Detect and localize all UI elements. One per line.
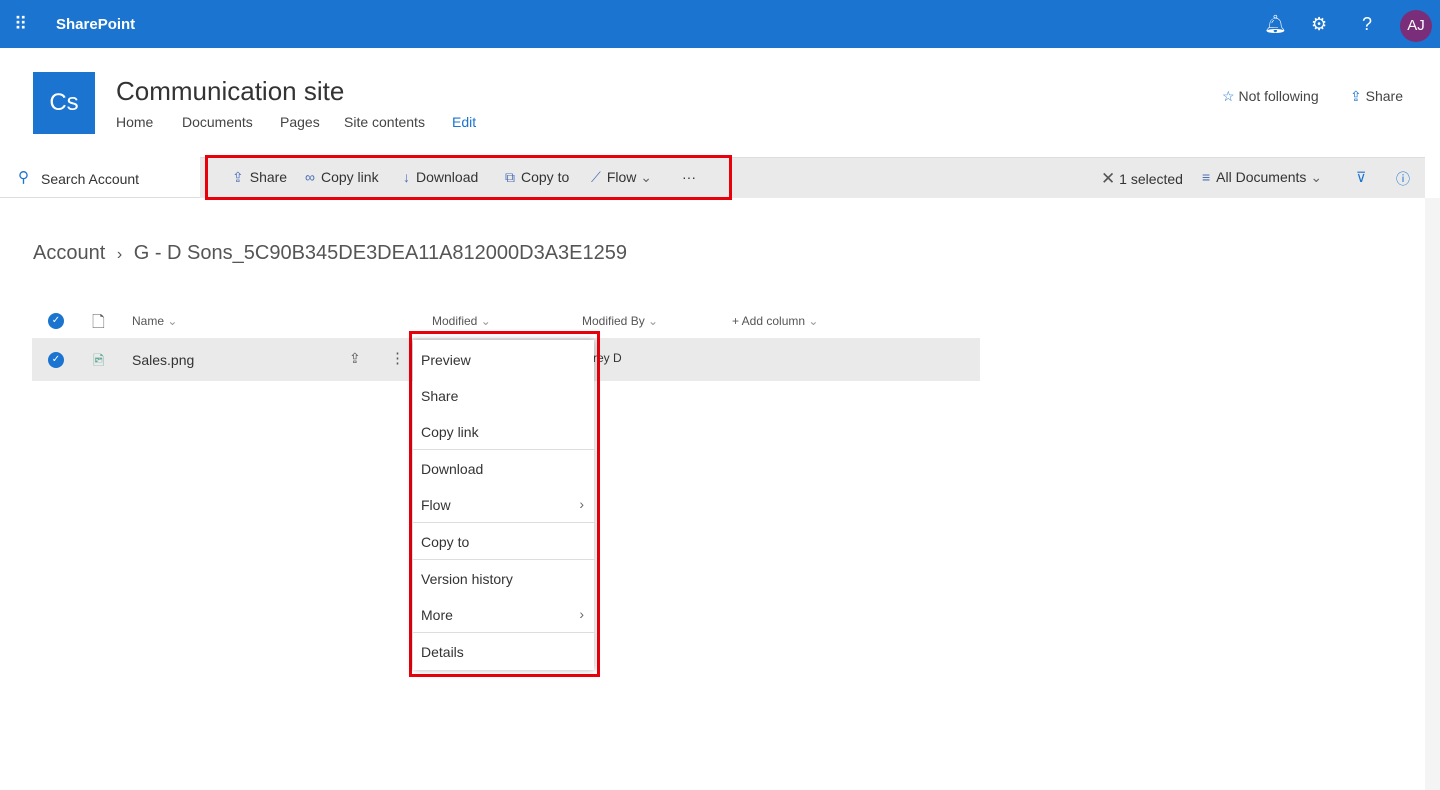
label: Download <box>416 169 479 185</box>
more-command[interactable]: ··· <box>682 169 696 185</box>
chevron-right-icon: › <box>116 246 123 263</box>
info-icon[interactable]: ⓘ <box>1396 169 1410 189</box>
flow-icon: ⟋ <box>591 169 601 185</box>
image-file-icon: 🖻 <box>93 352 105 368</box>
site-title[interactable]: Communication site <box>116 76 344 107</box>
chevron-right-icon: › <box>579 496 584 512</box>
column-modified-by[interactable]: Modified By ⌄ <box>582 314 658 328</box>
more-actions-icon[interactable]: ⋮ <box>390 349 405 367</box>
copy-icon: ⧉ <box>505 169 515 185</box>
file-type-icon: 🗋 <box>92 314 105 331</box>
breadcrumb-current: G - D Sons_5C90B345DE3DEA11A812000D3A3E1… <box>133 242 628 264</box>
menu-version-history[interactable]: Version history <box>421 571 513 587</box>
menu-details[interactable]: Details <box>421 644 464 660</box>
breadcrumb-root[interactable]: Account <box>33 242 105 264</box>
nav-edit[interactable]: Edit <box>452 114 476 130</box>
view-selector[interactable]: ≡ All Documents ⌄ <box>1202 169 1322 186</box>
divider <box>413 522 594 523</box>
search-box[interactable]: ⚲ Search Account <box>0 157 200 198</box>
filter-icon[interactable]: ⊽ <box>1356 169 1366 186</box>
label: All Documents <box>1216 169 1307 185</box>
nav-documents[interactable]: Documents <box>182 114 253 130</box>
notifications-icon[interactable]: 🔔︎ <box>1264 14 1287 35</box>
menu-copy-to[interactable]: Copy to <box>421 534 469 550</box>
scrollbar[interactable] <box>1425 198 1440 790</box>
avatar[interactable]: AJ <box>1400 10 1432 42</box>
view-icon: ≡ <box>1202 169 1211 185</box>
star-icon: ☆ <box>1222 88 1235 104</box>
divider <box>413 632 594 633</box>
add-column[interactable]: + Add column ⌄ <box>732 314 818 328</box>
download-icon: ↓ <box>403 169 410 185</box>
menu-preview[interactable]: Preview <box>421 352 471 368</box>
column-name[interactable]: Name ⌄ <box>132 314 177 328</box>
selected-count: 1 selected <box>1119 171 1183 187</box>
label: Copy to <box>521 169 570 185</box>
settings-icon[interactable]: ⚙ <box>1311 14 1327 35</box>
label: Flow <box>606 169 637 185</box>
follow-label: Not following <box>1238 88 1319 104</box>
chevron-right-icon: › <box>579 606 584 622</box>
suite-bar: ⠿ SharePoint 🔔︎ ⚙ ? AJ <box>0 0 1440 48</box>
menu-flow[interactable]: Flow <box>421 497 451 513</box>
search-icon: ⚲ <box>18 169 29 186</box>
context-menu: Preview Share Copy link Download Flow › … <box>413 340 594 670</box>
label: Copy link <box>320 169 379 185</box>
link-icon: ∞ <box>305 169 315 185</box>
menu-copy-link[interactable]: Copy link <box>421 424 479 440</box>
chevron-down-icon: ⌄ <box>808 314 819 328</box>
site-logo: Cs <box>33 72 95 134</box>
share-command[interactable]: ⇪ Share <box>232 169 287 186</box>
label: Share <box>249 169 288 185</box>
share-icon[interactable]: ⇪ <box>349 350 361 367</box>
chevron-down-icon: ⌄ <box>167 314 178 328</box>
copy-to-command[interactable]: ⧉ Copy to <box>505 169 569 186</box>
site-share-button[interactable]: ⇪ Share <box>1350 88 1403 105</box>
app-launcher-icon[interactable]: ⠿ <box>14 14 27 35</box>
share-icon: ⇪ <box>1350 88 1362 104</box>
label: Modified <box>432 314 478 328</box>
label: + Add column <box>732 314 806 328</box>
download-command[interactable]: ↓ Download <box>403 169 478 185</box>
chevron-down-icon: ⌄ <box>648 314 659 328</box>
flow-command[interactable]: ⟋ Flow ⌄ <box>591 169 652 186</box>
nav-pages[interactable]: Pages <box>280 114 320 130</box>
search-input[interactable]: Search Account <box>41 171 139 187</box>
help-icon[interactable]: ? <box>1362 14 1372 35</box>
menu-more[interactable]: More <box>421 607 453 623</box>
close-icon: ✕ <box>1101 169 1116 188</box>
breadcrumb: Account › G - D Sons_5C90B345DE3DEA11A81… <box>33 242 627 265</box>
column-modified[interactable]: Modified ⌄ <box>432 314 491 328</box>
divider <box>413 449 594 450</box>
chevron-down-icon: ⌄ <box>640 169 652 185</box>
follow-button[interactable]: ☆ Not following <box>1222 88 1319 105</box>
divider <box>413 559 594 560</box>
clear-selection[interactable]: ✕ 1 selected <box>1101 169 1183 189</box>
select-all-checkbox[interactable]: ✓ <box>48 313 64 329</box>
file-name[interactable]: Sales.png <box>132 352 194 368</box>
chevron-down-icon: ⌄ <box>480 314 491 328</box>
menu-download[interactable]: Download <box>421 461 483 477</box>
app-name[interactable]: SharePoint <box>56 16 135 33</box>
label: Modified By <box>582 314 645 328</box>
label: Name <box>132 314 165 328</box>
menu-share[interactable]: Share <box>421 388 458 404</box>
nav-site-contents[interactable]: Site contents <box>344 114 425 130</box>
row-checkbox[interactable]: ✓ <box>48 352 64 368</box>
nav-home[interactable]: Home <box>116 114 153 130</box>
share-label: Share <box>1365 88 1403 104</box>
share-icon: ⇪ <box>232 169 244 185</box>
copy-link-command[interactable]: ∞ Copy link <box>305 169 379 185</box>
chevron-down-icon: ⌄ <box>1310 169 1323 185</box>
